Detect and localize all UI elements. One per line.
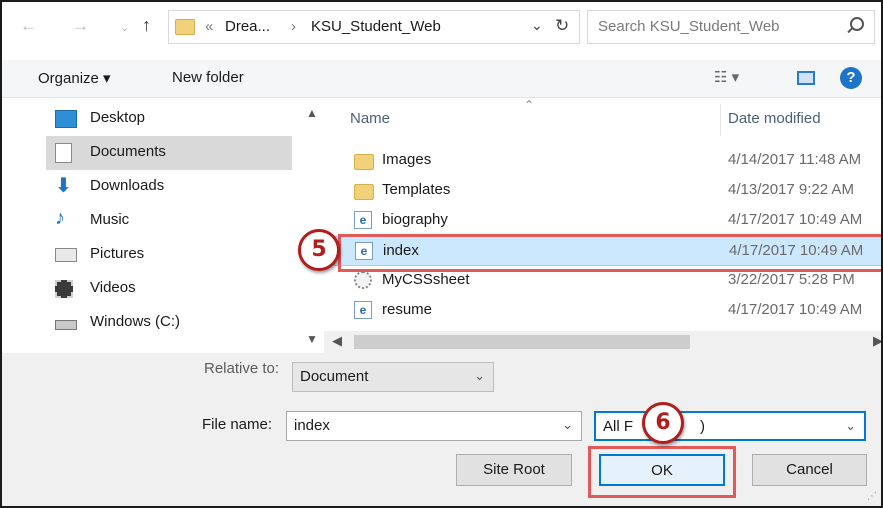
search-placeholder: Search KSU_Student_Web — [598, 18, 780, 35]
highlight-box-ok — [588, 446, 736, 498]
file-name: Images — [382, 151, 432, 168]
nav-item-label: Documents — [90, 143, 166, 160]
forward-icon[interactable]: → — [72, 16, 89, 36]
html-file-icon: e — [354, 301, 372, 319]
view-options-icon[interactable]: ☷ ▾ — [714, 68, 739, 86]
file-name: Templates — [382, 181, 451, 198]
chevron-down-icon[interactable]: ⌄ — [562, 417, 573, 433]
nav-item-pictures[interactable]: Pictures — [50, 238, 296, 272]
css-file-icon — [354, 271, 372, 289]
resize-grip-icon[interactable]: ⋰ — [867, 491, 877, 502]
file-type-select[interactable]: All F ) ⌄ — [594, 411, 866, 441]
refresh-icon[interactable]: ↻ — [555, 16, 569, 36]
navigation-pane: Desktop Documents ⬇ Downloads ♪ Music Pi… — [2, 98, 324, 353]
relative-to-label: Relative to: — [204, 360, 280, 377]
documents-icon — [55, 143, 72, 163]
folder-icon — [354, 184, 374, 200]
column-divider[interactable] — [720, 104, 721, 136]
relative-to-value: Document — [300, 368, 369, 385]
nav-item-label: Videos — [90, 279, 136, 296]
nav-item-desktop[interactable]: Desktop — [50, 102, 296, 136]
file-type-value-end: ) — [700, 418, 705, 435]
nav-item-label: Music — [90, 211, 130, 228]
music-note-icon: ♪ — [55, 207, 65, 229]
command-bar: Organize ▾ New folder ☷ ▾ ? — [2, 60, 881, 98]
file-type-value: All F — [603, 418, 633, 435]
file-date: 4/17/2017 10:49 AM — [728, 301, 863, 318]
file-list: ⌃ Name Date modified Images 4/14/2017 11… — [324, 98, 881, 353]
chevron-down-icon: ⌄ — [845, 418, 856, 433]
nav-item-label: Downloads — [90, 177, 165, 194]
relative-to-select[interactable]: Document ⌄ — [292, 362, 494, 392]
column-header-date[interactable]: Date modified — [728, 110, 821, 127]
horizontal-scrollbar[interactable]: ◀ ▶ — [324, 331, 881, 353]
cancel-button[interactable]: Cancel — [752, 454, 867, 486]
search-icon[interactable] — [850, 17, 864, 31]
nav-item-label: Pictures — [90, 245, 145, 262]
breadcrumb-separator[interactable]: › — [291, 18, 296, 35]
step-6-badge: 6 — [642, 402, 684, 444]
organize-menu[interactable]: Organize ▾ — [38, 69, 111, 87]
nav-item-videos[interactable]: Videos — [50, 272, 296, 306]
scroll-left-icon[interactable]: ◀ — [332, 333, 342, 349]
file-name-value: index — [294, 417, 330, 434]
nav-scrollbar[interactable]: ▲ ▼ — [298, 98, 324, 353]
sort-ascending-icon: ⌃ — [524, 98, 535, 112]
save-dialog: ← → ⌄ ↑ « Drea... › KSU_Student_Web ⌄ ↻ … — [0, 0, 883, 508]
scroll-down-icon[interactable]: ▼ — [306, 332, 318, 346]
back-icon[interactable]: ← — [20, 16, 37, 36]
help-icon[interactable]: ? — [840, 67, 862, 89]
desktop-icon — [55, 110, 77, 128]
breadcrumb-ksu-student-web[interactable]: KSU_Student_Web — [311, 18, 441, 35]
file-name-field[interactable]: index ⌄ — [286, 411, 582, 441]
column-header-name[interactable]: Name — [350, 110, 390, 127]
file-row[interactable]: e resume 4/17/2017 10:49 AM — [324, 296, 881, 326]
file-date: 4/13/2017 9:22 AM — [728, 181, 854, 198]
file-date: 4/14/2017 11:48 AM — [728, 151, 862, 168]
file-row[interactable]: Templates 4/13/2017 9:22 AM — [324, 176, 881, 206]
nav-item-documents[interactable]: Documents — [46, 136, 292, 170]
file-date: 4/17/2017 10:49 AM — [728, 211, 863, 228]
address-bar[interactable]: « Drea... › KSU_Student_Web ⌄ ↻ — [168, 10, 580, 44]
preview-pane-icon[interactable] — [797, 71, 815, 85]
step-5-badge: 5 — [298, 229, 340, 271]
up-folder-icon[interactable]: ↑ — [142, 15, 151, 36]
address-dropdown-icon[interactable]: ⌄ — [531, 17, 543, 34]
recent-locations-icon[interactable]: ⌄ — [120, 21, 129, 34]
drive-icon — [55, 320, 77, 330]
folder-icon — [354, 154, 374, 170]
nav-item-downloads[interactable]: ⬇ Downloads — [50, 170, 296, 204]
scroll-thumb[interactable] — [354, 335, 690, 349]
breadcrumb-dreamweaver[interactable]: Drea... — [225, 18, 270, 35]
folder-icon — [175, 19, 195, 35]
file-row[interactable]: Images 4/14/2017 11:48 AM — [324, 146, 881, 176]
file-date: 3/22/2017 5:28 PM — [728, 271, 855, 288]
file-name: MyCSSsheet — [382, 271, 470, 288]
pictures-icon — [55, 248, 77, 262]
search-input[interactable]: Search KSU_Student_Web — [587, 10, 875, 44]
download-arrow-icon: ⬇ — [55, 175, 72, 197]
nav-item-music[interactable]: ♪ Music — [50, 204, 296, 238]
nav-item-windows-c[interactable]: Windows (C:) — [50, 306, 296, 340]
file-name: resume — [382, 301, 433, 318]
new-folder-button[interactable]: New folder — [172, 69, 244, 86]
scroll-right-icon[interactable]: ▶ — [873, 333, 881, 349]
film-icon — [55, 280, 73, 298]
nav-item-label: Windows (C:) — [90, 313, 181, 330]
breadcrumb-overflow[interactable]: « — [205, 18, 213, 35]
site-root-button[interactable]: Site Root — [456, 454, 572, 486]
chevron-down-icon: ⌄ — [474, 368, 485, 383]
address-row: ← → ⌄ ↑ « Drea... › KSU_Student_Web ⌄ ↻ … — [2, 2, 881, 60]
file-row[interactable]: e biography 4/17/2017 10:49 AM — [324, 206, 881, 236]
html-file-icon: e — [354, 211, 372, 229]
file-name-label: File name: — [202, 416, 273, 433]
scroll-up-icon[interactable]: ▲ — [306, 106, 318, 120]
highlight-box-index — [338, 234, 881, 272]
nav-item-label: Desktop — [90, 109, 146, 126]
file-name: biography — [382, 211, 448, 228]
